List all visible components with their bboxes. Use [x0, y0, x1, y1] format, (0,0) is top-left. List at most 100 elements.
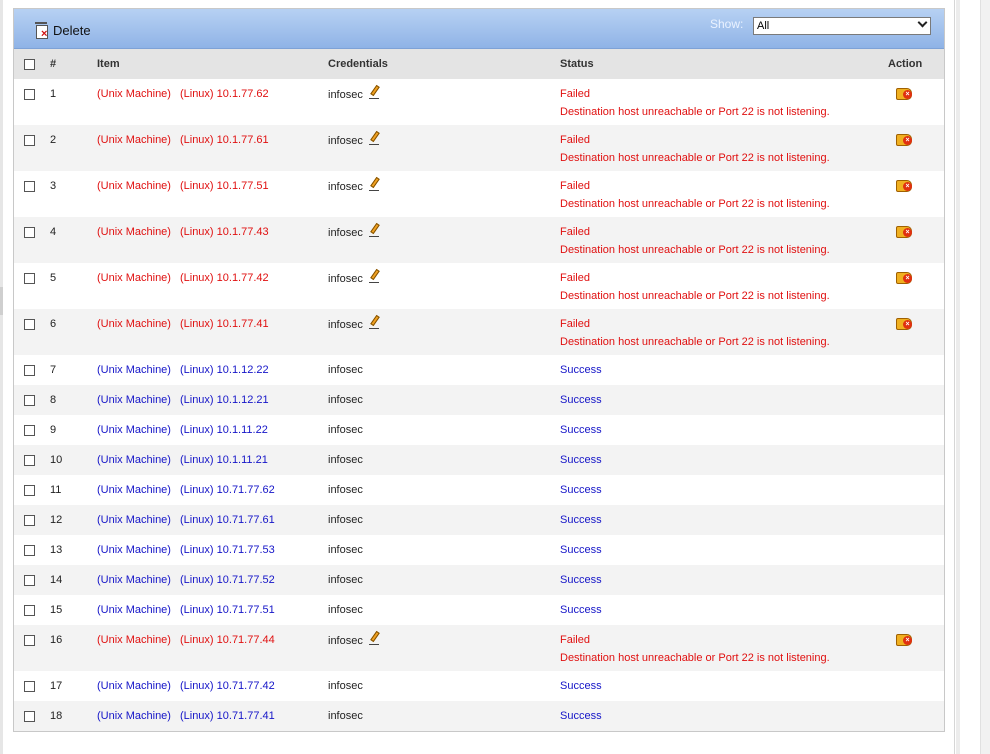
status-text: Success — [560, 484, 602, 496]
row-checkbox[interactable] — [24, 545, 35, 556]
pencil-icon[interactable] — [368, 630, 381, 645]
row-checkbox[interactable] — [24, 273, 35, 284]
row-item-link[interactable]: (Unix Machine) (Linux) 10.1.12.22 — [97, 364, 269, 376]
remove-tag-icon[interactable]: × — [896, 133, 913, 147]
row-credentials: infosec — [328, 454, 363, 466]
delete-button[interactable]: × Delete — [34, 20, 91, 40]
status-text: Success — [560, 424, 602, 436]
status-text: Failed — [560, 272, 590, 284]
row-checkbox[interactable] — [24, 181, 35, 192]
row-item-link[interactable]: (Unix Machine) (Linux) 10.71.77.51 — [97, 604, 275, 616]
row-checkbox[interactable] — [24, 635, 35, 646]
status-text: Success — [560, 710, 602, 722]
row-checkbox[interactable] — [24, 515, 35, 526]
row-status: Success — [560, 424, 602, 436]
row-item-link[interactable]: (Unix Machine) (Linux) 10.1.77.41 — [97, 318, 269, 330]
item-type: (Unix Machine) — [97, 514, 171, 526]
table-row: 11 (Unix Machine) (Linux) 10.71.77.62 infos… — [14, 475, 944, 505]
table-row: 13 (Unix Machine) (Linux) 10.71.77.53 infos… — [14, 535, 944, 565]
pencil-icon[interactable] — [368, 268, 381, 283]
row-checkbox[interactable] — [24, 89, 35, 100]
row-status: Success — [560, 454, 602, 466]
row-checkbox[interactable] — [24, 365, 35, 376]
item-os-ip: (Linux) 10.71.77.44 — [179, 634, 275, 646]
row-item-link[interactable]: (Unix Machine) (Linux) 10.1.77.42 — [97, 272, 269, 284]
pencil-icon[interactable] — [368, 84, 381, 99]
row-item-link[interactable]: (Unix Machine) (Linux) 10.71.77.53 — [97, 544, 275, 556]
row-number: 9 — [50, 424, 57, 436]
row-item-link[interactable]: (Unix Machine) (Linux) 10.1.77.62 — [97, 88, 269, 100]
row-number: 11 — [50, 484, 62, 496]
pencil-icon[interactable] — [368, 176, 381, 191]
row-item-link[interactable]: (Unix Machine) (Linux) 10.71.77.44 — [97, 634, 275, 646]
pencil-icon[interactable] — [368, 130, 381, 145]
row-item-link[interactable]: (Unix Machine) (Linux) 10.1.11.21 — [97, 454, 268, 466]
item-os-ip: (Linux) 10.1.77.51 — [179, 180, 269, 192]
status-text: Failed — [560, 134, 590, 146]
row-status: Success — [560, 604, 602, 616]
status-text: Success — [560, 514, 602, 526]
row-checkbox[interactable] — [24, 605, 35, 616]
left-edge-strip — [0, 0, 3, 754]
pencil-icon[interactable] — [368, 222, 381, 237]
row-status: Failed Destination host unreachable or Po… — [560, 318, 830, 348]
table-row: 14 (Unix Machine) (Linux) 10.71.77.52 infos… — [14, 565, 944, 595]
select-all-checkbox[interactable] — [24, 59, 35, 70]
toolbar: × Delete Show: All — [14, 9, 944, 49]
item-os-ip: (Linux) 10.71.77.53 — [179, 544, 275, 556]
table-row: 17 (Unix Machine) (Linux) 10.71.77.42 infos… — [14, 671, 944, 701]
row-item-link[interactable]: (Unix Machine) (Linux) 10.71.77.42 — [97, 680, 275, 692]
item-os-ip: (Linux) 10.71.77.51 — [179, 604, 275, 616]
row-item-link[interactable]: (Unix Machine) (Linux) 10.71.77.61 — [97, 514, 275, 526]
row-checkbox[interactable] — [24, 711, 35, 722]
remove-tag-icon[interactable]: × — [896, 179, 913, 193]
row-item-link[interactable]: (Unix Machine) (Linux) 10.1.77.43 — [97, 226, 269, 238]
row-credentials: infosec — [328, 364, 363, 376]
status-message: Destination host unreachable or Port 22 … — [560, 336, 830, 348]
remove-tag-icon[interactable]: × — [896, 271, 913, 285]
row-credentials: infosec — [328, 130, 381, 148]
row-checkbox[interactable] — [24, 319, 35, 330]
row-checkbox[interactable] — [24, 135, 35, 146]
row-credentials: infosec — [328, 574, 363, 586]
row-item-link[interactable]: (Unix Machine) (Linux) 10.1.11.22 — [97, 424, 268, 436]
credential-name: infosec — [328, 364, 363, 376]
row-item-link[interactable]: (Unix Machine) (Linux) 10.1.77.61 — [97, 134, 269, 146]
row-item-link[interactable]: (Unix Machine) (Linux) 10.1.77.51 — [97, 180, 269, 192]
header-action: Action — [888, 58, 923, 70]
table-row: 3 (Unix Machine) (Linux) 10.1.77.51 infosec… — [14, 171, 944, 217]
row-checkbox[interactable] — [24, 227, 35, 238]
pencil-icon[interactable] — [368, 314, 381, 329]
row-checkbox[interactable] — [24, 681, 35, 692]
row-checkbox[interactable] — [24, 425, 35, 436]
show-filter-select[interactable]: All — [753, 17, 931, 35]
credential-name: infosec — [328, 514, 363, 526]
item-os-ip: (Linux) 10.1.77.43 — [179, 226, 269, 238]
scrollbar-track[interactable] — [980, 0, 990, 754]
row-checkbox[interactable] — [24, 575, 35, 586]
status-text: Success — [560, 680, 602, 692]
remove-tag-icon[interactable]: × — [896, 87, 913, 101]
table-row: 6 (Unix Machine) (Linux) 10.1.77.41 infosec… — [14, 309, 944, 355]
row-credentials: infosec — [328, 268, 381, 286]
row-status: Failed Destination host unreachable or Po… — [560, 226, 830, 256]
row-item-link[interactable]: (Unix Machine) (Linux) 10.71.77.41 — [97, 710, 275, 722]
row-item-link[interactable]: (Unix Machine) (Linux) 10.1.12.21 — [97, 394, 269, 406]
row-credentials: infosec — [328, 630, 381, 648]
status-text: Failed — [560, 318, 590, 330]
remove-tag-icon[interactable]: × — [896, 225, 913, 239]
row-item-link[interactable]: (Unix Machine) (Linux) 10.71.77.62 — [97, 484, 275, 496]
credential-name: infosec — [328, 394, 363, 406]
item-type: (Unix Machine) — [97, 364, 171, 376]
row-status: Failed Destination host unreachable or Po… — [560, 134, 830, 164]
row-checkbox[interactable] — [24, 455, 35, 466]
item-os-ip: (Linux) 10.1.11.22 — [179, 424, 268, 436]
remove-tag-icon[interactable]: × — [896, 633, 913, 647]
row-checkbox[interactable] — [24, 485, 35, 496]
table-header: # Item Credentials Status Action — [14, 49, 944, 79]
row-item-link[interactable]: (Unix Machine) (Linux) 10.71.77.52 — [97, 574, 275, 586]
item-os-ip: (Linux) 10.1.77.62 — [179, 88, 269, 100]
remove-tag-icon[interactable]: × — [896, 317, 913, 331]
row-checkbox[interactable] — [24, 395, 35, 406]
status-text: Success — [560, 574, 602, 586]
